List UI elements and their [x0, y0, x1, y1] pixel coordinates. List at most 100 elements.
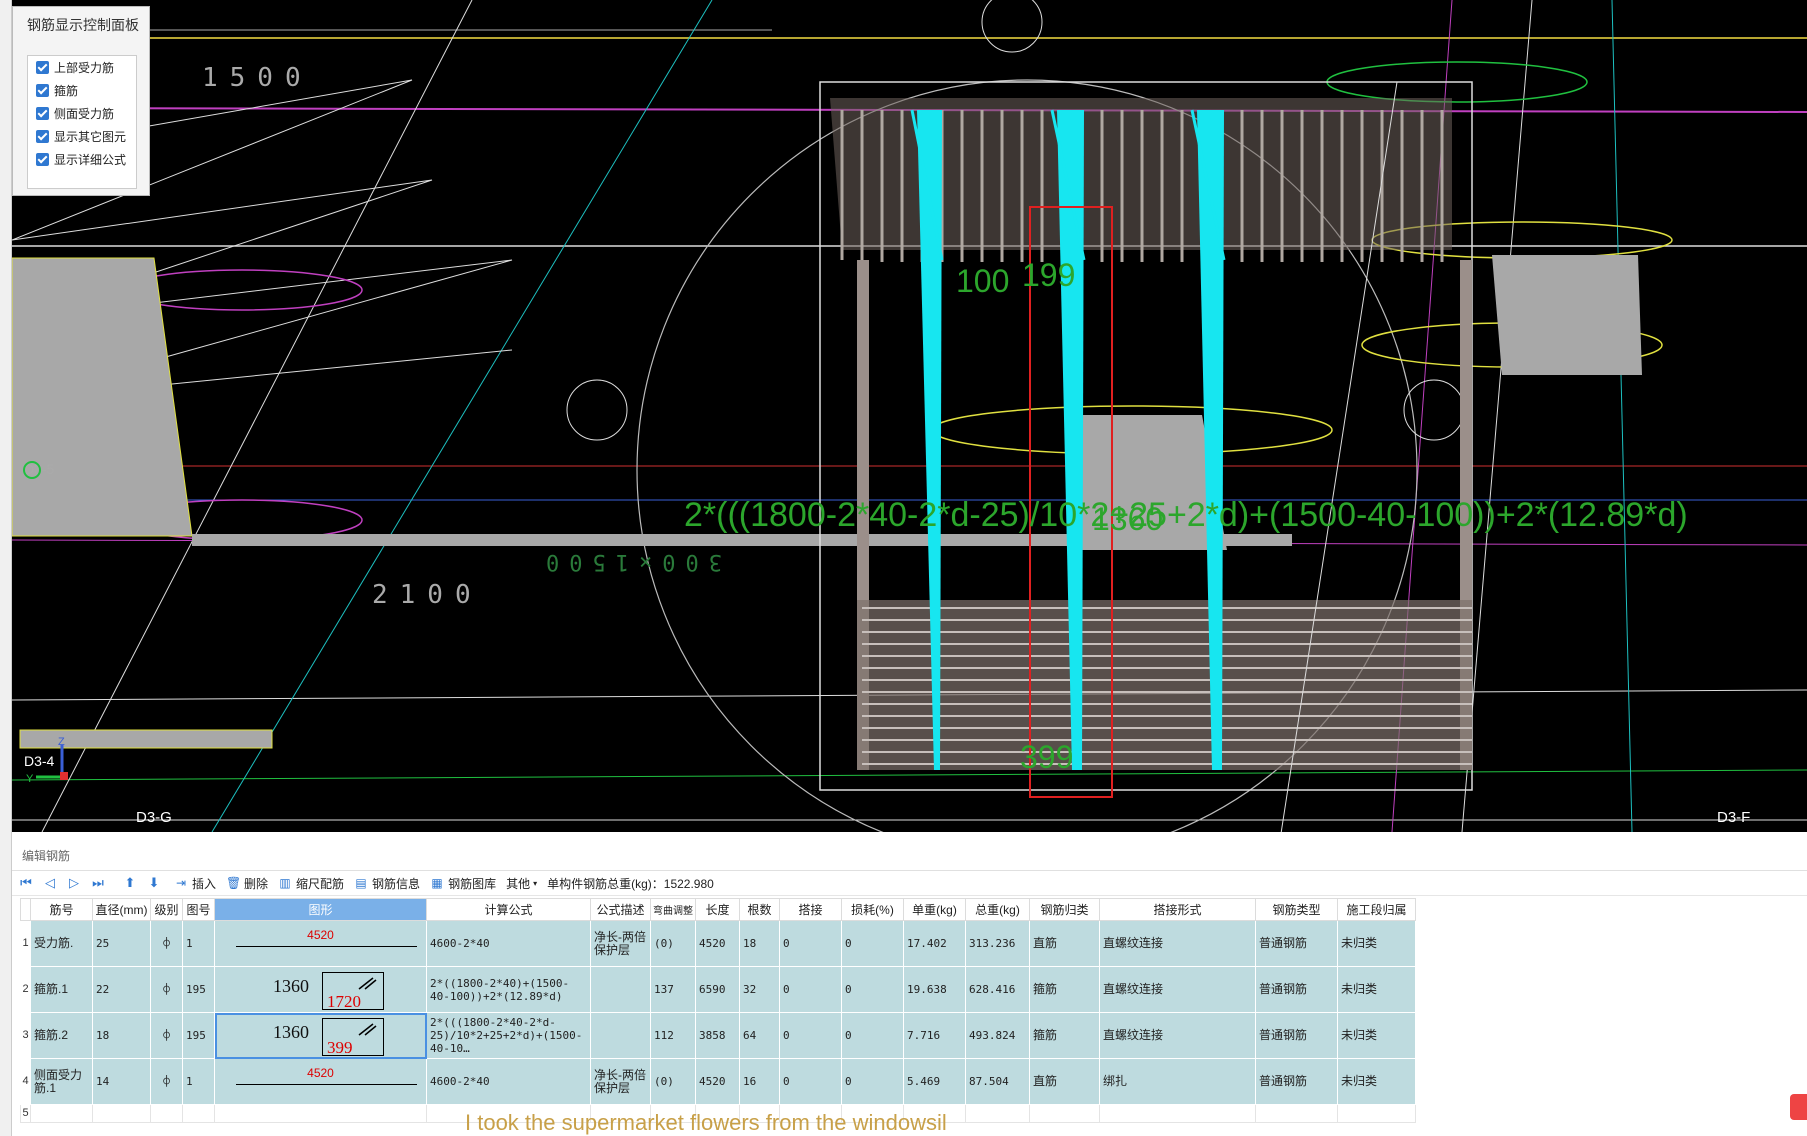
cell-loss[interactable]: 0 — [841, 920, 904, 967]
checkbox-checked-icon[interactable] — [36, 130, 49, 143]
checkbox-checked-icon[interactable] — [36, 107, 49, 120]
column-header[interactable]: 搭接 — [779, 898, 842, 921]
column-header[interactable]: 直径(mm) — [92, 898, 151, 921]
checkbox-checked-icon[interactable] — [36, 61, 49, 74]
cell-figure-no[interactable]: 195 — [182, 1012, 215, 1059]
cell-loss[interactable]: 0 — [841, 1012, 904, 1059]
cell-rebar-type[interactable]: 普通钢筋 — [1255, 1012, 1338, 1059]
checkbox-top-rebar[interactable]: 上部受力筋 — [28, 56, 136, 79]
cell-lap-type[interactable]: 直螺纹连接 — [1099, 966, 1256, 1013]
cell-lap-type[interactable]: 直螺纹连接 — [1099, 920, 1256, 967]
column-header[interactable]: 筋号 — [30, 898, 93, 921]
cell-shape[interactable]: 1360 1720 — [214, 966, 427, 1013]
cell-lap-type[interactable]: 绑扎 — [1099, 1058, 1256, 1105]
column-header[interactable]: 计算公式 — [426, 898, 591, 921]
table-row[interactable]: 3 箍筋.2 18 ⌽ 195 1360 399 2*(((1800-2*40-2… — [20, 1012, 1416, 1059]
cell-formula[interactable]: 4600-2*40 — [426, 920, 591, 967]
cell-diameter[interactable]: 14 — [92, 1058, 151, 1105]
cell-diameter[interactable]: 18 — [92, 1012, 151, 1059]
move-down-icon[interactable]: ⬇ — [144, 874, 164, 892]
column-header[interactable]: 公式描述 — [590, 898, 651, 921]
cell-formula[interactable]: 2*(((1800-2*40-2*d-25)/10*2+25+2*d)+(150… — [426, 1012, 591, 1059]
cell-bend[interactable]: 112 — [650, 1012, 696, 1059]
cell-figure-no[interactable]: 1 — [182, 1058, 215, 1105]
cell-total-weight[interactable]: 628.416 — [965, 966, 1030, 1013]
cell-lap[interactable]: 0 — [779, 1012, 842, 1059]
cell-length[interactable]: 4520 — [695, 1058, 740, 1105]
cell-unit-weight[interactable]: 5.469 — [903, 1058, 966, 1105]
cell-loss[interactable]: 0 — [841, 1058, 904, 1105]
cell-lap-type[interactable]: 直螺纹连接 — [1099, 1012, 1256, 1059]
cell-bend[interactable]: (0) — [650, 1058, 696, 1105]
checkbox-stirrup[interactable]: 箍筋 — [28, 79, 136, 102]
column-header[interactable]: 搭接形式 — [1099, 898, 1256, 921]
cell-rebar-type[interactable]: 普通钢筋 — [1255, 920, 1338, 967]
cell-figure-no[interactable]: 195 — [182, 966, 215, 1013]
insert-button[interactable]: ⇥ 插入 — [174, 875, 216, 892]
table-row[interactable]: 1 受力筋. 25 ⌽ 1 4520 4600-2*40 净长-两倍保护层 (0… — [20, 920, 1416, 967]
table-row[interactable]: 4 侧面受力筋.1 14 ⌽ 1 4520 4600-2*40 净长-两倍保护层… — [20, 1058, 1416, 1105]
cell-loss[interactable]: 0 — [841, 966, 904, 1013]
checkbox-side-rebar[interactable]: 侧面受力筋 — [28, 102, 136, 125]
checkbox-show-other-elements[interactable]: 显示其它图元 — [28, 125, 136, 148]
cell-total-weight[interactable]: 313.236 — [965, 920, 1030, 967]
cell-shape[interactable]: 1360 399 — [214, 1012, 427, 1059]
first-record-icon[interactable]: ⏮ — [16, 874, 36, 892]
checkbox-show-detailed-formula[interactable]: 显示详细公式 — [28, 148, 136, 171]
3d-viewport[interactable]: 1500 2100 300×1500 D3-5 D3-4 D3-G D3-F 1… — [12, 0, 1807, 832]
move-up-icon[interactable]: ⬆ — [120, 874, 140, 892]
cell-formula-desc[interactable] — [590, 966, 651, 1013]
column-header[interactable]: 弯曲调整 — [650, 898, 696, 921]
rebar-info-button[interactable]: ▤ 钢筋信息 — [354, 875, 420, 892]
column-header[interactable]: 钢筋归类 — [1029, 898, 1100, 921]
checkbox-checked-icon[interactable] — [36, 84, 49, 97]
cell-formula-desc[interactable] — [590, 1012, 651, 1059]
cell-unit-weight[interactable]: 19.638 — [903, 966, 966, 1013]
cell-total-weight[interactable]: 493.824 — [965, 1012, 1030, 1059]
cell-formula[interactable]: 4600-2*40 — [426, 1058, 591, 1105]
other-dropdown[interactable]: 其他 ▾ — [506, 875, 537, 892]
cell-bend[interactable]: (0) — [650, 920, 696, 967]
table-row[interactable]: 2 箍筋.1 22 ⌽ 195 1360 1720 2*((1800-2*40)+… — [20, 966, 1416, 1013]
cell-lap[interactable]: 0 — [779, 1058, 842, 1105]
prev-record-icon[interactable]: ◁ — [40, 874, 60, 892]
checkbox-checked-icon[interactable] — [36, 153, 49, 166]
cell-name[interactable]: 受力筋. — [30, 920, 93, 967]
cell-grade[interactable]: ⌽ — [150, 966, 183, 1013]
column-header[interactable]: 单重(kg) — [903, 898, 966, 921]
cell-rebar-type[interactable]: 普通钢筋 — [1255, 1058, 1338, 1105]
cell-section[interactable]: 未归类 — [1337, 1058, 1416, 1105]
cell-formula-desc[interactable]: 净长-两倍保护层 — [590, 920, 651, 967]
cell-length[interactable]: 6590 — [695, 966, 740, 1013]
last-record-icon[interactable]: ⏭ — [88, 874, 108, 892]
cell-category[interactable]: 直筋 — [1029, 1058, 1100, 1105]
column-header[interactable]: 级别 — [150, 898, 183, 921]
cell-unit-weight[interactable]: 7.716 — [903, 1012, 966, 1059]
cell-length[interactable]: 4520 — [695, 920, 740, 967]
column-header[interactable]: 施工段归属 — [1337, 898, 1416, 921]
cell-formula[interactable]: 2*((1800-2*40)+(1500-40-100))+2*(12.89*d… — [426, 966, 591, 1013]
cell-grade[interactable]: ⌽ — [150, 1012, 183, 1059]
cell-diameter[interactable]: 22 — [92, 966, 151, 1013]
column-header[interactable]: 总重(kg) — [965, 898, 1030, 921]
cell-diameter[interactable]: 25 — [92, 920, 151, 967]
cell-rebar-type[interactable]: 普通钢筋 — [1255, 966, 1338, 1013]
cell-lap[interactable]: 0 — [779, 966, 842, 1013]
cell-shape[interactable]: 4520 — [214, 1058, 427, 1105]
cell-section[interactable]: 未归类 — [1337, 920, 1416, 967]
cell-grade[interactable]: ⌽ — [150, 920, 183, 967]
cell-figure-no[interactable]: 1 — [182, 920, 215, 967]
rebar-library-button[interactable]: ▦ 钢筋图库 — [430, 875, 496, 892]
cell-count[interactable]: 16 — [739, 1058, 780, 1105]
column-header[interactable]: 长度 — [695, 898, 740, 921]
cell-length[interactable]: 3858 — [695, 1012, 740, 1059]
cell-category[interactable]: 箍筋 — [1029, 1012, 1100, 1059]
cell-section[interactable]: 未归类 — [1337, 966, 1416, 1013]
cell-count[interactable]: 32 — [739, 966, 780, 1013]
cell-bend[interactable]: 137 — [650, 966, 696, 1013]
column-header[interactable]: 图号 — [182, 898, 215, 921]
cell-category[interactable]: 直筋 — [1029, 920, 1100, 967]
cell-formula-desc[interactable]: 净长-两倍保护层 — [590, 1058, 651, 1105]
cell-count[interactable]: 18 — [739, 920, 780, 967]
cell-section[interactable]: 未归类 — [1337, 1012, 1416, 1059]
